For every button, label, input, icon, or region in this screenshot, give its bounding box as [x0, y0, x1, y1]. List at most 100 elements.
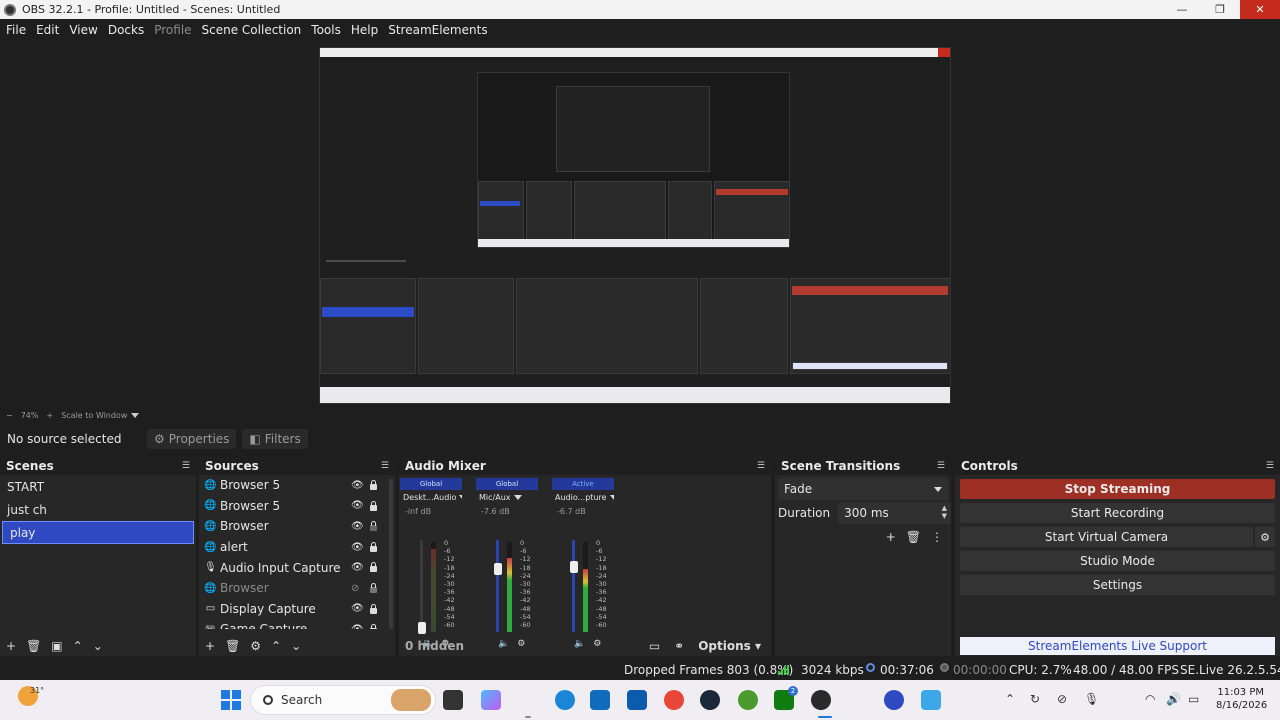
move-down-icon[interactable]: ⌄ [291, 639, 301, 653]
volume-fader[interactable] [496, 540, 499, 632]
layout-icon[interactable]: ▭ [649, 639, 660, 653]
scene-item-start[interactable]: START [0, 475, 196, 498]
lock-icon[interactable] [370, 541, 377, 552]
volume-fader[interactable] [572, 540, 575, 632]
source-item[interactable]: 🌐 Browser 5 👁 [199, 496, 395, 517]
menu-help[interactable]: Help [346, 23, 383, 37]
windows-start-icon[interactable] [221, 690, 241, 710]
lock-icon[interactable] [370, 480, 377, 490]
menu-streamelements[interactable]: StreamElements [383, 23, 492, 37]
menu-view[interactable]: View [64, 23, 102, 37]
filters-button[interactable]: ◧ Filters [242, 429, 308, 449]
eye-icon[interactable]: 👁 [351, 521, 364, 532]
gear-icon[interactable]: ⚙ [1255, 527, 1275, 547]
game-app-icon[interactable] [738, 690, 758, 710]
source-item[interactable]: ▭ Display Capture 👁 [199, 599, 395, 620]
store-icon[interactable] [590, 690, 610, 710]
channel-name-select[interactable]: Mic/Aux [476, 493, 538, 502]
dock-menu-icon[interactable]: ☰ [182, 461, 190, 471]
studio-mode-button[interactable]: Studio Mode [960, 551, 1275, 571]
duration-spinbox[interactable]: 300 ms ▲ ▼ [838, 502, 951, 524]
source-item[interactable]: 🌐 Browser ⊘ [199, 578, 395, 599]
move-up-icon[interactable]: ⌃ [73, 639, 83, 653]
add-source-button[interactable]: + [205, 639, 215, 653]
lock-icon[interactable] [370, 603, 377, 614]
taskbar-search[interactable]: Search [250, 685, 436, 715]
menu-file[interactable]: File [1, 23, 31, 37]
steam-icon[interactable] [700, 690, 720, 710]
task-view-icon[interactable] [443, 690, 463, 710]
unlock-icon[interactable] [370, 521, 377, 532]
more-options-icon[interactable]: ⋮ [931, 530, 943, 544]
dock-menu-icon[interactable]: ☰ [757, 461, 765, 471]
move-down-icon[interactable]: ⌄ [93, 639, 103, 653]
copilot-icon[interactable] [481, 690, 501, 710]
sync-icon[interactable]: ↻ [1030, 692, 1040, 706]
eye-icon[interactable]: 👁 [351, 562, 364, 573]
scene-filters-icon[interactable]: ▣ [51, 639, 62, 653]
eye-hidden-icon[interactable]: ⊘ [351, 583, 359, 594]
eye-icon[interactable]: 👁 [351, 624, 364, 629]
minimize-button[interactable]: — [1162, 0, 1202, 19]
preview-canvas[interactable] [319, 47, 951, 404]
spin-arrows-icon[interactable]: ▲ ▼ [942, 504, 947, 520]
zoom-in-button[interactable]: + [46, 411, 53, 420]
lock-icon[interactable] [370, 562, 377, 573]
move-up-icon[interactable]: ⌃ [271, 639, 281, 653]
channel-name-select[interactable]: Deskt...Audio [400, 493, 462, 502]
chrome-icon[interactable] [664, 690, 684, 710]
volume-fader[interactable] [420, 540, 423, 632]
add-scene-button[interactable]: + [6, 639, 16, 653]
settings-button[interactable]: Settings [960, 575, 1275, 595]
mixer-options-button[interactable]: Options ▾ [698, 639, 761, 653]
eye-icon[interactable]: 👁 [351, 480, 364, 491]
battery-icon[interactable]: ▭ [1188, 692, 1199, 706]
transition-select[interactable]: Fade [778, 478, 948, 500]
eye-icon[interactable]: 👁 [351, 542, 364, 553]
streamelements-icon[interactable] [921, 690, 941, 710]
add-transition-button[interactable]: + [886, 530, 896, 544]
channel-name-select[interactable]: Audio...pture [552, 493, 614, 502]
volume-icon[interactable]: 🔊 [1166, 692, 1181, 706]
close-button[interactable]: ✕ [1240, 0, 1280, 19]
outlook-icon[interactable] [627, 690, 647, 710]
dock-menu-icon[interactable]: ☰ [937, 461, 945, 471]
eye-icon[interactable]: 👁 [351, 500, 364, 511]
dock-menu-icon[interactable]: ☰ [381, 461, 389, 471]
stop-streaming-button[interactable]: Stop Streaming [960, 479, 1275, 499]
trash-icon[interactable]: 🗑 [225, 639, 240, 653]
sources-scrollbar[interactable] [389, 479, 393, 629]
lock-icon[interactable] [370, 624, 377, 629]
preview-area[interactable] [0, 41, 1280, 408]
lock-icon[interactable] [370, 500, 377, 511]
eye-icon[interactable]: 👁 [351, 603, 364, 614]
edge-icon[interactable] [555, 690, 575, 710]
link-icon[interactable]: ⚭ [674, 639, 684, 653]
obs-icon[interactable] [811, 690, 831, 710]
wifi-icon[interactable]: ◠ [1145, 692, 1155, 706]
source-item[interactable]: 🌐 Browser 5 👁 [199, 475, 395, 496]
streamelements-support-button[interactable]: StreamElements Live Support [960, 637, 1275, 655]
fader-knob[interactable] [570, 561, 578, 574]
start-recording-button[interactable]: Start Recording [960, 503, 1275, 523]
maximize-button[interactable]: ❐ [1200, 0, 1240, 19]
scale-mode-select[interactable]: Scale to Window [61, 411, 140, 420]
ea-icon[interactable] [884, 690, 904, 710]
dock-menu-icon[interactable]: ☰ [1266, 461, 1274, 471]
zoom-out-button[interactable]: − [6, 411, 13, 420]
menu-profile[interactable]: Profile [149, 23, 196, 37]
network-off-icon[interactable]: ⊘ [1057, 692, 1067, 706]
fader-knob[interactable] [494, 562, 502, 575]
source-item[interactable]: 🌐 Browser 👁 [199, 516, 395, 537]
menu-docks[interactable]: Docks [103, 23, 149, 37]
lock-icon[interactable] [370, 582, 377, 593]
start-virtual-camera-button[interactable]: Start Virtual Camera [960, 527, 1253, 547]
scene-item-just-ch[interactable]: just ch [0, 498, 196, 521]
source-item[interactable]: 🎙 Audio Input Capture 👁 [199, 557, 395, 578]
properties-button[interactable]: ⚙ Properties [147, 429, 237, 449]
trash-icon[interactable]: 🗑 [26, 639, 41, 653]
gear-icon[interactable]: ⚙ [250, 639, 261, 653]
menu-tools[interactable]: Tools [306, 23, 346, 37]
source-item[interactable]: 🎮 Game Capture 👁 [199, 619, 395, 629]
taskbar-clock[interactable]: 11:03 PM 8/16/2026 [1216, 686, 1267, 712]
